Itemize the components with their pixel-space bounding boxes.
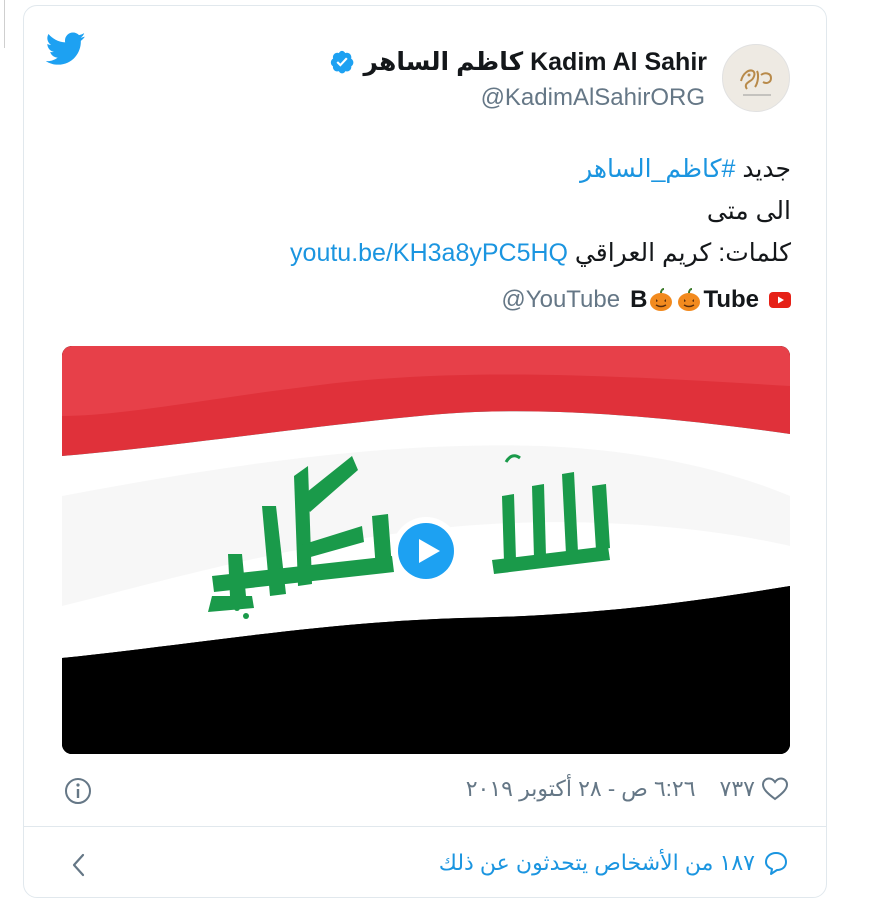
avatar-logo-icon — [740, 69, 773, 96]
card-footer[interactable]: ١٨٧ من الأشخاص يتحدثون عن ذلك — [23, 838, 827, 890]
page-edge-line — [4, 0, 5, 48]
meta-right: ٧٣٧ ٦:٢٦ ص - ٢٨ أكتوبر ٢٠١٩ — [466, 776, 789, 802]
heart-icon[interactable] — [761, 776, 789, 802]
pumpkin-icon — [678, 288, 701, 311]
twitter-bird-icon[interactable] — [46, 32, 86, 66]
pumpkin-icon — [650, 288, 673, 311]
tweet-text: جديد #كاظم_الساهر الى متى كلمات: كريم ال… — [290, 148, 791, 274]
like-count: ٧٣٧ — [719, 776, 755, 801]
youtube-link[interactable]: youtu.be/KH3a8yPC5HQ — [290, 239, 568, 267]
author-handle[interactable]: @KadimAlSahirORG — [481, 84, 705, 112]
conversation-text[interactable]: ١٨٧ من الأشخاص يتحدثون عن ذلك — [439, 850, 755, 876]
youtube-mention[interactable]: @YouTube — [501, 286, 620, 314]
youtube-source-name: B Tube — [630, 286, 759, 314]
tweet-line-1-text: جديد — [735, 155, 791, 183]
tweet-line-3: كلمات: كريم العراقي youtu.be/KH3a8yPC5HQ — [290, 232, 791, 274]
tweet-line-3-text: كلمات: كريم العراقي — [567, 239, 791, 267]
info-icon[interactable] — [63, 776, 93, 806]
tweet-line-2: الى متى — [706, 197, 791, 225]
play-button[interactable] — [388, 513, 464, 589]
tweet-timestamp[interactable]: ٦:٢٦ ص - ٢٨ أكتوبر ٢٠١٩ — [466, 776, 696, 802]
chevron-left-icon[interactable] — [69, 851, 87, 879]
youtube-icon — [769, 292, 791, 308]
avatar[interactable] — [722, 44, 790, 112]
chat-bubble-icon — [765, 852, 787, 875]
author-name-row[interactable]: كاظم الساهر Kadim Al Sahir — [329, 47, 707, 77]
youtube-source-line: @YouTube B Tube — [501, 286, 791, 314]
conversation-link[interactable]: ١٨٧ من الأشخاص يتحدثون عن ذلك — [439, 850, 789, 876]
tweet-meta-row: ٧٣٧ ٦:٢٦ ص - ٢٨ أكتوبر ٢٠١٩ — [23, 770, 827, 814]
tweet-line-1: جديد #كاظم_الساهر — [290, 148, 791, 190]
card-divider — [23, 826, 827, 827]
author-display-name[interactable]: كاظم الساهر Kadim Al Sahir — [363, 47, 707, 77]
hashtag-link[interactable]: #كاظم_الساهر — [580, 155, 735, 183]
verified-badge-icon — [331, 50, 354, 74]
youtube-source-left: B — [630, 286, 648, 313]
youtube-source-right: Tube — [703, 286, 759, 313]
like-action[interactable]: ٧٣٧ — [720, 776, 789, 802]
